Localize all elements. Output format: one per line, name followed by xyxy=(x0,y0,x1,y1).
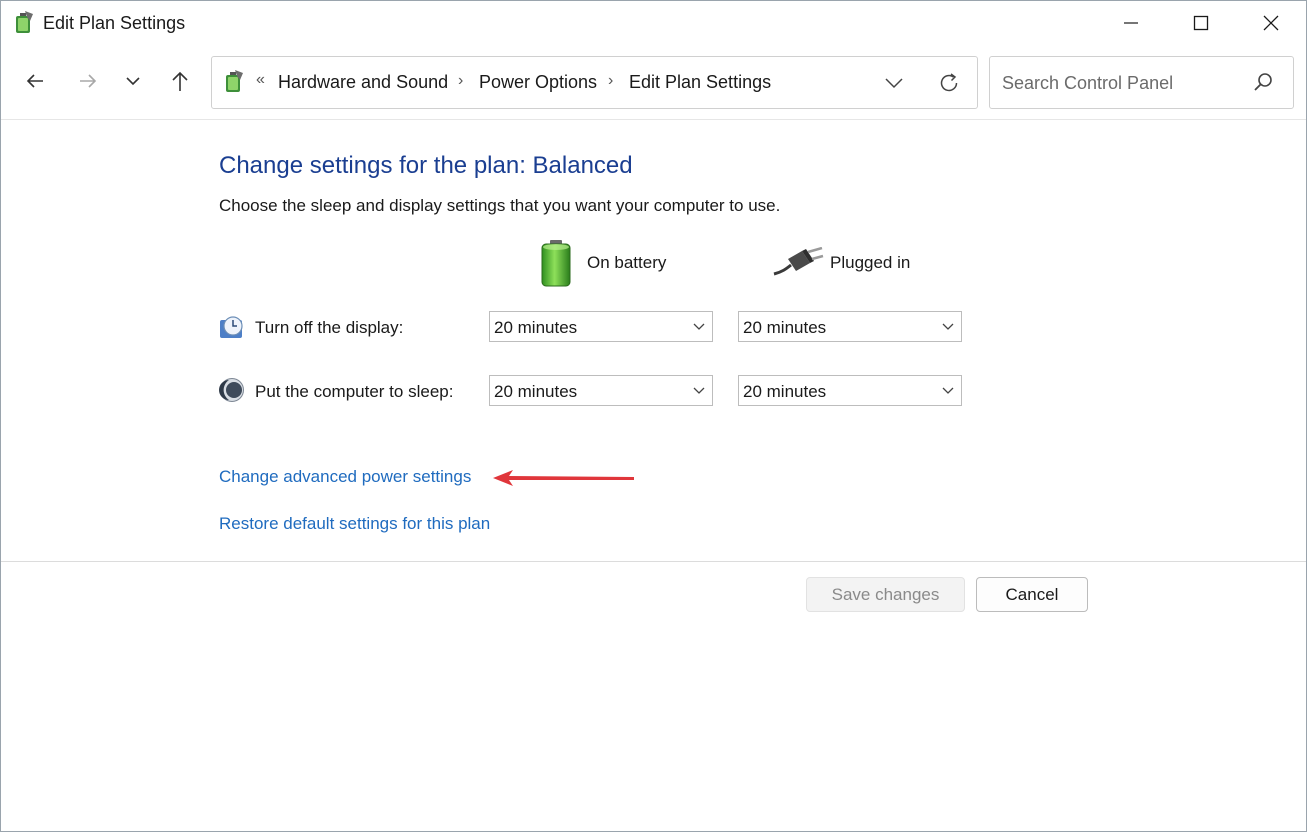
up-button[interactable] xyxy=(164,65,196,97)
plug-icon xyxy=(773,247,824,276)
maximize-icon xyxy=(1193,15,1209,31)
chevron-down-icon xyxy=(885,78,903,89)
window-title: Edit Plan Settings xyxy=(43,13,186,33)
refresh-icon xyxy=(940,73,958,92)
display-clock-icon xyxy=(220,316,243,338)
sleep-plugged-in-select[interactable]: 20 minutes xyxy=(738,375,962,406)
on-battery-header: On battery xyxy=(587,253,667,272)
search-box[interactable] xyxy=(989,56,1294,109)
navigation-bar: « Hardware and Sound › Power Options › E… xyxy=(1,45,1306,120)
breadcrumb-edit-plan-settings[interactable]: Edit Plan Settings xyxy=(629,72,771,93)
plugged-in-header: Plugged in xyxy=(830,253,911,272)
sleep-on-battery-select[interactable]: 20 minutes xyxy=(489,375,713,406)
search-input[interactable] xyxy=(1000,69,1244,97)
power-options-icon xyxy=(16,11,33,33)
footer-divider xyxy=(1,561,1306,562)
chevron-down-icon xyxy=(942,323,954,330)
turn-off-display-label: Turn off the display: xyxy=(255,318,404,337)
minimize-button[interactable] xyxy=(1096,1,1166,45)
page-title: Change settings for the plan: Balanced xyxy=(219,152,633,179)
sleep-label: Put the computer to sleep: xyxy=(255,382,454,401)
change-advanced-power-settings-link[interactable]: Change advanced power settings xyxy=(219,467,471,487)
breadcrumb-hardware-and-sound[interactable]: Hardware and Sound xyxy=(278,72,448,93)
chevron-down-icon xyxy=(693,387,705,394)
breadcrumb-separator[interactable]: › xyxy=(608,72,613,90)
back-arrow-icon xyxy=(26,74,43,88)
page-description: Choose the sleep and display settings th… xyxy=(219,196,781,215)
sleep-plugged-in-value: 20 minutes xyxy=(743,382,827,401)
annotation-arrow-icon xyxy=(493,470,634,486)
search-icon[interactable] xyxy=(1252,71,1274,93)
display-on-battery-value: 20 minutes xyxy=(494,318,578,337)
chevron-down-icon xyxy=(126,77,140,86)
display-on-battery-select[interactable]: 20 minutes xyxy=(489,311,713,342)
display-plugged-in-select[interactable]: 20 minutes xyxy=(738,311,962,342)
maximize-button[interactable] xyxy=(1166,1,1236,45)
close-icon xyxy=(1263,15,1279,31)
sleep-moon-icon xyxy=(219,378,244,402)
address-dropdown-button[interactable] xyxy=(879,71,909,95)
close-button[interactable] xyxy=(1236,1,1306,45)
sleep-on-battery-value: 20 minutes xyxy=(494,382,578,401)
battery-icon xyxy=(541,240,571,287)
up-arrow-icon xyxy=(172,71,188,91)
edit-plan-settings-window: Edit Plan Settings « Hardware and Sound … xyxy=(0,0,1307,832)
chevron-down-icon xyxy=(693,323,705,330)
back-button[interactable] xyxy=(19,65,51,97)
address-bar[interactable]: « Hardware and Sound › Power Options › E… xyxy=(211,56,978,109)
forward-button[interactable] xyxy=(72,65,104,97)
cancel-button[interactable]: Cancel xyxy=(976,577,1088,612)
breadcrumb-separator[interactable]: › xyxy=(458,72,463,90)
minimize-icon xyxy=(1124,22,1138,24)
title-bar: Edit Plan Settings xyxy=(1,1,1306,45)
recent-locations-button[interactable] xyxy=(117,65,149,97)
save-changes-button[interactable]: Save changes xyxy=(806,577,965,612)
restore-default-settings-link[interactable]: Restore default settings for this plan xyxy=(219,514,490,534)
power-options-icon xyxy=(226,70,243,92)
chevron-down-icon xyxy=(942,387,954,394)
breadcrumb-power-options[interactable]: Power Options xyxy=(479,72,597,93)
display-plugged-in-value: 20 minutes xyxy=(743,318,827,337)
refresh-button[interactable] xyxy=(934,69,964,97)
overflow-chevron[interactable]: « xyxy=(256,71,265,89)
forward-arrow-icon xyxy=(80,74,97,88)
